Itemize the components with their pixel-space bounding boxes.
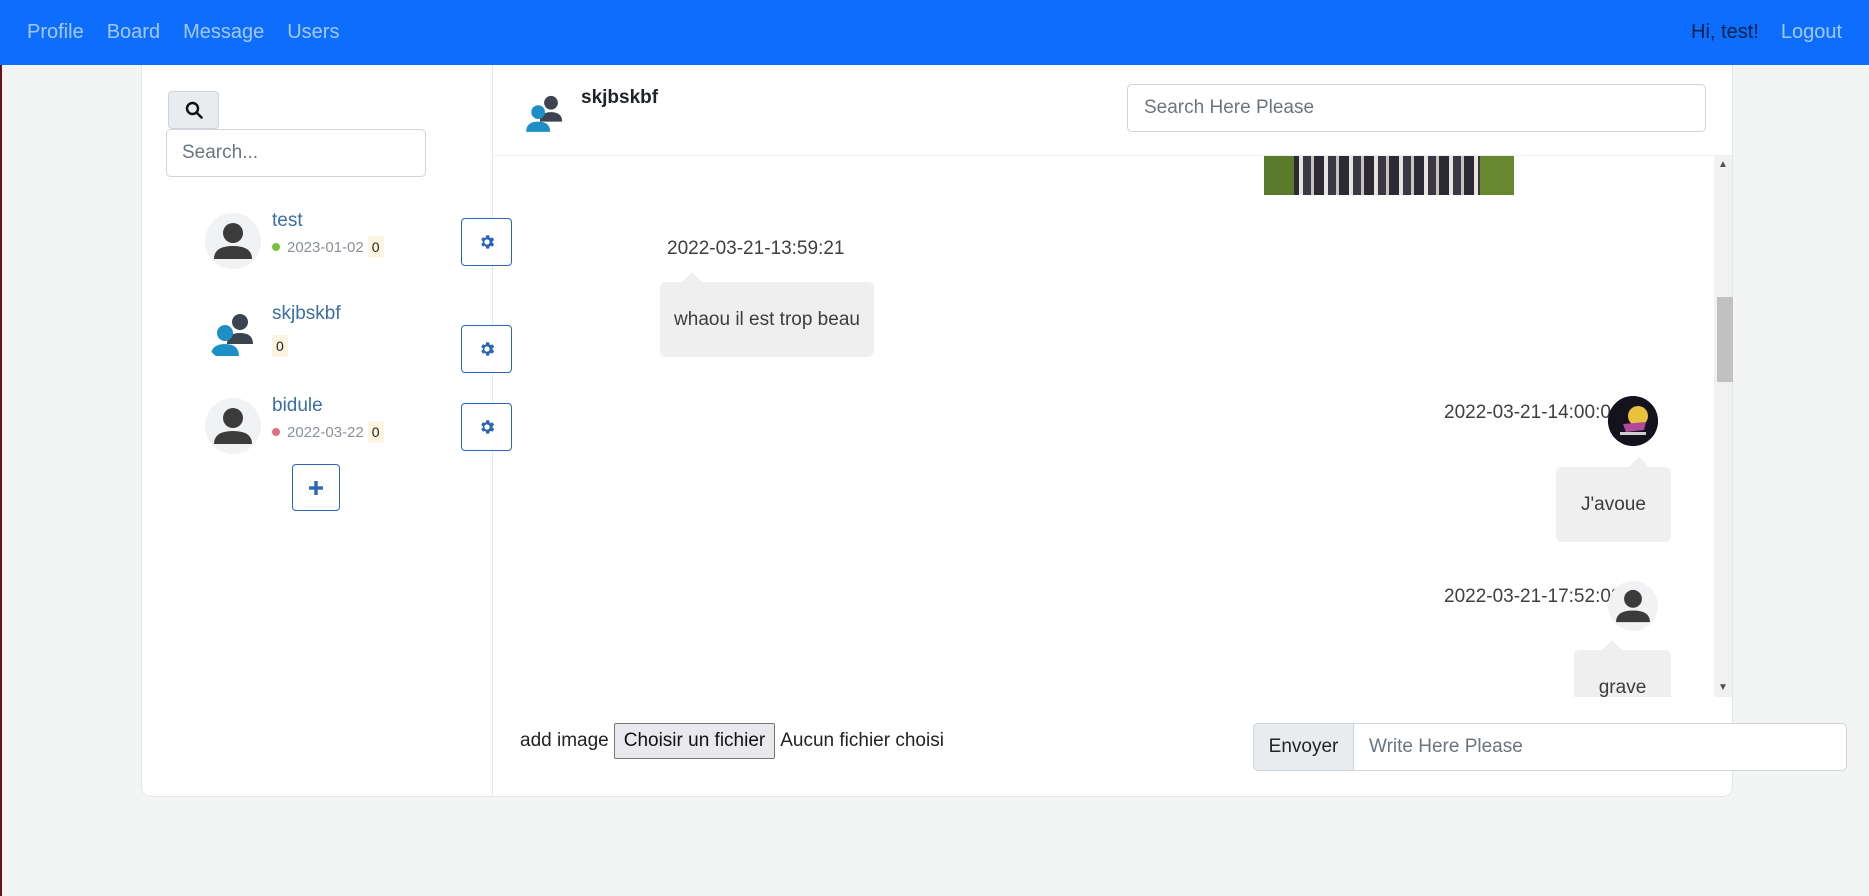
window-edge xyxy=(0,0,2,896)
sidebar-search-button[interactable] xyxy=(168,91,219,129)
contact-meta: 2022-03-22 0 xyxy=(272,421,384,443)
contact-last-date: 2023-01-02 xyxy=(287,238,364,256)
nav-message-link[interactable]: Message xyxy=(183,21,264,44)
unread-count-badge: 0 xyxy=(272,335,288,357)
sender-avatar xyxy=(1608,396,1658,446)
conversation-title: skjbskbf xyxy=(581,87,659,108)
messaging-card: test 2023-01-02 0 sk xyxy=(141,65,1847,797)
unread-count-badge: 0 xyxy=(367,236,384,258)
shared-image[interactable] xyxy=(1264,156,1514,195)
add-image-label: add image xyxy=(520,730,609,751)
scroll-thumb[interactable] xyxy=(1717,297,1733,382)
nav-user-area: Hi, test! Logout xyxy=(1691,21,1842,44)
group-icon xyxy=(205,306,261,362)
file-status: Aucun fichier choisi xyxy=(780,730,944,751)
message-bubble: J'avoue xyxy=(1556,457,1671,542)
contact-meta: 0 xyxy=(272,335,288,357)
nav-links: Profile Board Message Users xyxy=(27,21,362,44)
user-icon xyxy=(205,398,261,454)
chat-panel: skjbskbf 2022-03-21-13:59:21 whaou il es… xyxy=(494,65,1847,796)
message-scrollbar[interactable]: ▲ ▼ xyxy=(1714,156,1733,697)
chat-header: skjbskbf xyxy=(494,65,1734,156)
scroll-up-arrow-icon[interactable]: ▲ xyxy=(1718,160,1728,170)
message-list: 2022-03-21-13:59:21 whaou il est trop be… xyxy=(494,156,1734,697)
chat-search-input[interactable] xyxy=(1127,84,1706,132)
message-text: J'avoue xyxy=(1581,493,1646,515)
contact-item-bidule[interactable]: bidule 2022-03-22 0 xyxy=(205,395,512,455)
contacts-sidebar: test 2023-01-02 0 sk xyxy=(142,65,512,796)
message-text: grave xyxy=(1598,676,1647,698)
message-composer: Envoyer xyxy=(1253,723,1847,771)
add-contact-button[interactable] xyxy=(292,464,340,511)
message-timestamp: 2022-03-21-17:52:08 xyxy=(1444,586,1622,607)
bubble-tip xyxy=(1629,457,1649,467)
nav-users-link[interactable]: Users xyxy=(287,21,339,44)
nav-profile-link[interactable]: Profile xyxy=(27,21,84,44)
plus-icon xyxy=(309,480,323,495)
scroll-down-arrow-icon[interactable]: ▼ xyxy=(1718,683,1728,693)
image-upload-row: add image Choisir un fichier Aucun fichi… xyxy=(520,723,944,759)
contact-meta: 2023-01-02 0 xyxy=(272,236,384,258)
send-button[interactable]: Envoyer xyxy=(1253,723,1354,771)
gear-icon xyxy=(480,420,494,434)
bubble-tip xyxy=(1602,640,1622,650)
contact-name[interactable]: skjbskbf xyxy=(272,303,341,325)
choose-file-button[interactable]: Choisir un fichier xyxy=(613,723,776,759)
contact-name[interactable]: bidule xyxy=(272,395,323,417)
logout-link[interactable]: Logout xyxy=(1781,21,1842,44)
user-icon xyxy=(205,213,261,269)
message-timestamp: 2022-03-21-13:59:21 xyxy=(667,238,845,259)
online-status-dot xyxy=(272,243,280,251)
sender-avatar xyxy=(1608,581,1658,631)
message-text: whaou il est trop beau xyxy=(674,308,860,330)
user-greeting: Hi, test! xyxy=(1691,21,1759,43)
offline-status-dot xyxy=(272,428,280,436)
gear-icon xyxy=(480,235,494,249)
contact-last-date: 2022-03-22 xyxy=(287,423,364,441)
message-input[interactable] xyxy=(1354,723,1847,771)
message-timestamp: 2022-03-21-14:00:04 xyxy=(1444,402,1622,423)
contact-item-skjbskbf[interactable]: skjbskbf 0 xyxy=(205,303,512,373)
nav-board-link[interactable]: Board xyxy=(107,21,160,44)
bubble-tip xyxy=(682,272,702,282)
contact-name[interactable]: test xyxy=(272,210,303,232)
search-icon xyxy=(185,101,203,119)
gear-icon xyxy=(480,342,494,356)
sidebar-search-input[interactable] xyxy=(166,129,426,177)
contact-item-test[interactable]: test 2023-01-02 0 xyxy=(205,210,512,270)
message-bubble: grave xyxy=(1574,640,1671,698)
group-icon xyxy=(526,95,563,132)
message-bubble: whaou il est trop beau xyxy=(660,272,874,357)
top-navbar: Profile Board Message Users Hi, test! Lo… xyxy=(0,0,1869,65)
unread-count-badge: 0 xyxy=(367,421,384,443)
